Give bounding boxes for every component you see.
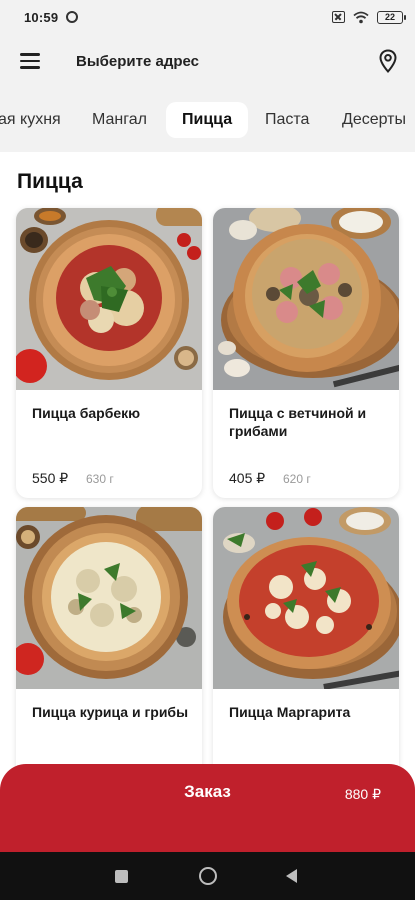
- product-card-chicken-mushroom[interactable]: Пицца курица и грибы: [16, 507, 202, 797]
- back-icon[interactable]: [286, 869, 297, 883]
- product-name: Пицца курица и грибы: [32, 704, 189, 720]
- product-price: 405 ₽: [229, 470, 266, 486]
- recent-apps-icon[interactable]: [115, 870, 128, 883]
- tab-desserts[interactable]: Десерты: [342, 102, 406, 138]
- product-name: Пицца с ветчиной и грибами: [229, 405, 367, 439]
- product-card-bbq[interactable]: Пицца барбекю 550 ₽ 630 г: [16, 208, 202, 498]
- product-card-ham-mushroom[interactable]: Пицца с ветчиной и грибами 405 ₽ 620 г: [213, 208, 399, 498]
- product-image: [213, 507, 399, 689]
- location-pin-icon[interactable]: [361, 34, 415, 88]
- status-time: 10:59: [24, 9, 59, 25]
- product-weight: 630 г: [86, 472, 114, 486]
- product-price: 550 ₽: [32, 470, 69, 486]
- order-total: 880 ₽: [344, 786, 381, 802]
- battery-icon: 22: [377, 10, 406, 24]
- app-header: Выберите адрес: [0, 34, 415, 88]
- product-image: [16, 507, 202, 689]
- app-screen: 10:59 22 Выберите адрес ая кухня Мангал: [0, 0, 415, 900]
- product-image: [16, 208, 202, 390]
- settings-icon: [66, 11, 79, 23]
- order-button[interactable]: Заказ 880 ₽: [0, 764, 415, 852]
- product-image: [213, 208, 399, 390]
- product-weight: 620 г: [283, 472, 311, 486]
- menu-icon[interactable]: [0, 34, 60, 88]
- system-nav-bar: [0, 852, 415, 900]
- product-name: Пицца Маргарита: [229, 704, 351, 720]
- product-list: Пицца Пицца барбекю 550 ₽ 630 г Пицца с …: [0, 152, 415, 852]
- product-name: Пицца барбекю: [32, 405, 141, 421]
- section-title: Пицца: [17, 170, 83, 193]
- tab-pizza[interactable]: Пицца: [166, 102, 249, 138]
- category-tabs: ая кухня Мангал Пицца Паста Десерты: [0, 88, 415, 152]
- status-icons: 22: [332, 10, 406, 24]
- notification-off-icon: [332, 11, 345, 23]
- address-selector[interactable]: Выберите адрес: [76, 53, 199, 70]
- tab-category-1[interactable]: ая кухня: [0, 102, 61, 138]
- home-icon[interactable]: [199, 867, 217, 885]
- product-card-margherita[interactable]: Пицца Маргарита: [213, 507, 399, 797]
- wifi-icon: [353, 11, 369, 23]
- status-bar: 10:59 22: [0, 0, 415, 34]
- tab-pasta[interactable]: Паста: [265, 102, 309, 138]
- tab-grill[interactable]: Мангал: [92, 102, 147, 138]
